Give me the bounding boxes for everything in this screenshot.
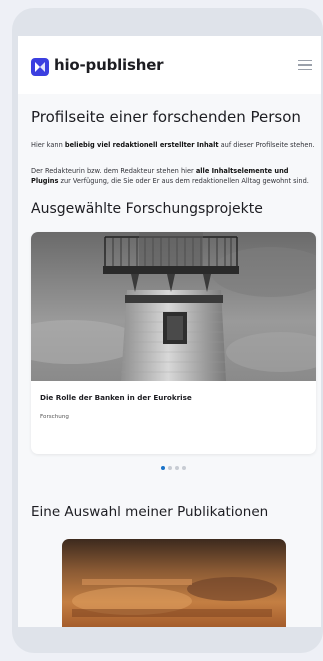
carousel-dot-1[interactable]: [161, 466, 165, 470]
publications-heading: Eine Auswahl meiner Publikationen: [31, 504, 269, 520]
intro-paragraph-2: Der Redakteurin bzw. dem Redakteur stehe…: [31, 167, 309, 185]
card-category: Forschung: [40, 414, 69, 420]
logo-icon[interactable]: [31, 58, 49, 76]
carousel-dot-2[interactable]: [168, 466, 172, 470]
carousel-dot-3[interactable]: [175, 466, 179, 470]
site-header: hio-publisher: [18, 36, 321, 94]
projects-heading: Ausgewählte Forschungsprojekte: [31, 201, 263, 217]
card-title[interactable]: Die Rolle der Banken in der Eurokrise: [40, 393, 192, 402]
hamburger-menu-icon[interactable]: [298, 60, 312, 72]
brand-name[interactable]: hio-publisher: [54, 56, 164, 74]
app-screen: hio-publisher Profilseite einer forschen…: [18, 36, 321, 627]
lighthouse-image: [31, 232, 316, 381]
carousel-dot-4[interactable]: [182, 466, 186, 470]
intro-paragraph-1: Hier kann beliebig viel redaktionell ers…: [31, 141, 315, 149]
publication-image[interactable]: [62, 539, 286, 627]
project-card[interactable]: Die Rolle der Banken in der Eurokrise Fo…: [31, 232, 316, 454]
page-title: Profilseite einer forschenden Person: [31, 108, 301, 126]
